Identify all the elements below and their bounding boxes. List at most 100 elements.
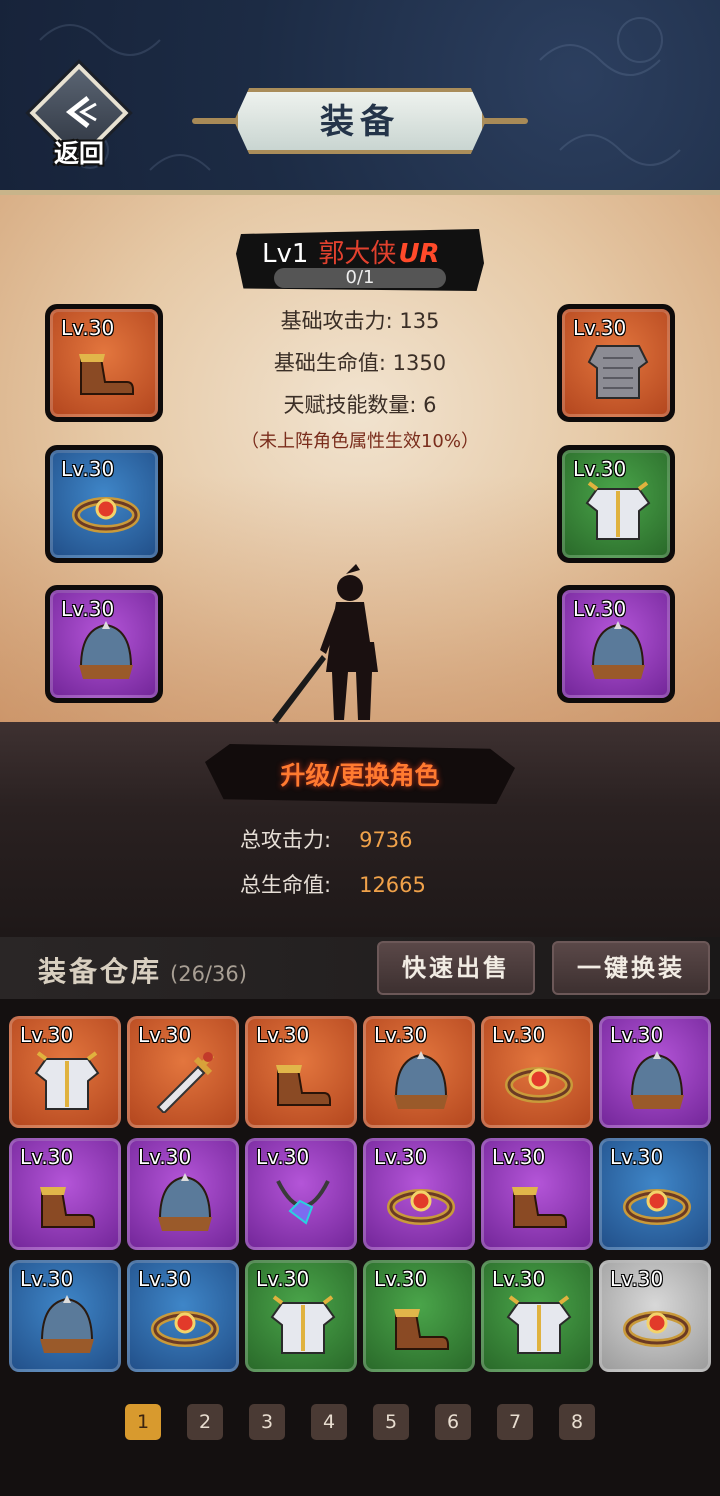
boots-icon — [79, 354, 134, 395]
armor-icon — [34, 1051, 100, 1110]
item-level: Lv.30 — [256, 1145, 310, 1169]
equip-slot-frame: Lv.30 — [562, 450, 670, 558]
hero-level: Lv1 — [262, 239, 309, 269]
ring-icon — [151, 1311, 219, 1347]
hero-silhouette[interactable] — [262, 560, 412, 730]
warehouse-item[interactable]: Lv.30 — [599, 1260, 711, 1372]
title-ornament-right — [480, 118, 528, 124]
page-button[interactable]: 8 — [559, 1404, 595, 1440]
helmet-icon — [630, 1051, 684, 1109]
warehouse-item[interactable]: Lv.30 — [481, 1016, 593, 1128]
boots-icon — [40, 1187, 95, 1228]
total-hp-value: 12665 — [359, 873, 426, 897]
item-level: Lv.30 — [61, 457, 115, 481]
item-level: Lv.30 — [138, 1145, 192, 1169]
base-attack: 基础攻击力: 135 — [280, 309, 440, 333]
warehouse-item[interactable]: Lv.30 — [363, 1016, 475, 1128]
ring-icon — [623, 1189, 691, 1225]
warehouse-item[interactable]: Lv.30 — [127, 1260, 239, 1372]
helmet-icon — [40, 1295, 94, 1353]
warehouse-item[interactable]: Lv.30 — [9, 1138, 121, 1250]
hero-name: 郭大侠 — [318, 239, 397, 269]
page-button[interactable]: 2 — [187, 1404, 223, 1440]
title-ornament-left — [192, 118, 240, 124]
item-level: Lv.30 — [374, 1145, 428, 1169]
warehouse-item[interactable]: Lv.30 — [363, 1260, 475, 1372]
ring-icon — [387, 1189, 455, 1225]
item-level: Lv.30 — [573, 316, 627, 340]
item-level: Lv.30 — [374, 1267, 428, 1291]
warehouse-item[interactable]: Lv.30 — [127, 1016, 239, 1128]
inactive-note: （未上阵角色属性生效10%） — [240, 431, 479, 452]
item-level: Lv.30 — [20, 1145, 74, 1169]
item-level: Lv.30 — [374, 1023, 428, 1047]
equip-slot-frame: Lv.30 — [50, 590, 158, 698]
page-button[interactable]: 5 — [373, 1404, 409, 1440]
page-title: 装备 — [320, 102, 400, 142]
warehouse-item[interactable]: Lv.30 — [481, 1138, 593, 1250]
page-button[interactable]: 6 — [435, 1404, 471, 1440]
one-click-equip-button[interactable]: 一键换装 — [552, 941, 710, 995]
warehouse-count: (26/36) — [170, 962, 247, 986]
helmet-icon — [394, 1051, 448, 1109]
item-level: Lv.30 — [573, 457, 627, 481]
item-level: Lv.30 — [610, 1023, 664, 1047]
warehouse-item[interactable]: Lv.30 — [127, 1138, 239, 1250]
ring-icon — [72, 497, 140, 533]
back-button[interactable]: 返回 — [29, 63, 129, 170]
equip-slot[interactable]: Lv.30 — [45, 585, 163, 703]
equip-slot-frame: Lv.30 — [50, 450, 158, 558]
back-label: 返回 — [53, 139, 104, 168]
page-button[interactable]: 4 — [311, 1404, 347, 1440]
page-button[interactable]: 1 — [125, 1404, 161, 1440]
item-level: Lv.30 — [20, 1267, 74, 1291]
warehouse-item[interactable]: Lv.30 — [9, 1016, 121, 1128]
equip-slot[interactable]: Lv.30 — [45, 445, 163, 563]
equip-slot[interactable]: Lv.30 — [557, 445, 675, 563]
armor-icon — [506, 1295, 572, 1354]
warehouse-item[interactable]: Lv.30 — [245, 1138, 357, 1250]
item-level: Lv.30 — [138, 1023, 192, 1047]
page-button[interactable]: 7 — [497, 1404, 533, 1440]
item-level: Lv.30 — [20, 1023, 74, 1047]
warehouse-title-text: 装备仓库 — [38, 955, 163, 988]
hero-rank: UR — [398, 239, 440, 269]
armor-icon — [585, 481, 651, 540]
ring-icon — [505, 1067, 573, 1103]
total-hp: 总生命值: 12665 — [240, 869, 426, 899]
item-level: Lv.30 — [492, 1267, 546, 1291]
necklace-icon — [276, 1180, 330, 1225]
warehouse-item[interactable]: Lv.30 — [245, 1016, 357, 1128]
page-button[interactable]: 3 — [249, 1404, 285, 1440]
equip-slot[interactable]: Lv.30 — [557, 304, 675, 422]
ring-icon — [623, 1311, 691, 1347]
warehouse-item[interactable]: Lv.30 — [599, 1016, 711, 1128]
warehouse-item[interactable]: Lv.30 — [481, 1260, 593, 1372]
base-hp: 基础生命值: 1350 — [273, 351, 447, 375]
warehouse-item[interactable]: Lv.30 — [599, 1138, 711, 1250]
equip-slot-frame: Lv.30 — [50, 309, 158, 417]
item-level: Lv.30 — [610, 1145, 664, 1169]
boots-icon — [394, 1309, 449, 1350]
equip-slot[interactable]: Lv.30 — [45, 304, 163, 422]
equip-slot-frame: Lv.30 — [562, 309, 670, 417]
helmet-icon — [591, 621, 645, 679]
total-hp-label: 总生命值: — [240, 873, 332, 897]
item-level: Lv.30 — [256, 1023, 310, 1047]
exp-text: 0/1 — [345, 267, 375, 288]
helmet-icon — [158, 1173, 212, 1231]
total-attack: 总攻击力: 9736 — [240, 824, 413, 854]
warehouse-item[interactable]: Lv.30 — [9, 1260, 121, 1372]
item-level: Lv.30 — [256, 1267, 310, 1291]
warehouse-item[interactable]: Lv.30 — [245, 1260, 357, 1372]
item-level: Lv.30 — [573, 597, 627, 621]
armor-icon — [270, 1295, 336, 1354]
equip-slot[interactable]: Lv.30 — [557, 585, 675, 703]
boots-icon — [276, 1065, 331, 1106]
quick-sell-button[interactable]: 快速出售 — [377, 941, 535, 995]
item-level: Lv.30 — [492, 1145, 546, 1169]
item-level: Lv.30 — [138, 1267, 192, 1291]
warehouse-item[interactable]: Lv.30 — [363, 1138, 475, 1250]
item-level: Lv.30 — [61, 316, 115, 340]
item-level: Lv.30 — [492, 1023, 546, 1047]
